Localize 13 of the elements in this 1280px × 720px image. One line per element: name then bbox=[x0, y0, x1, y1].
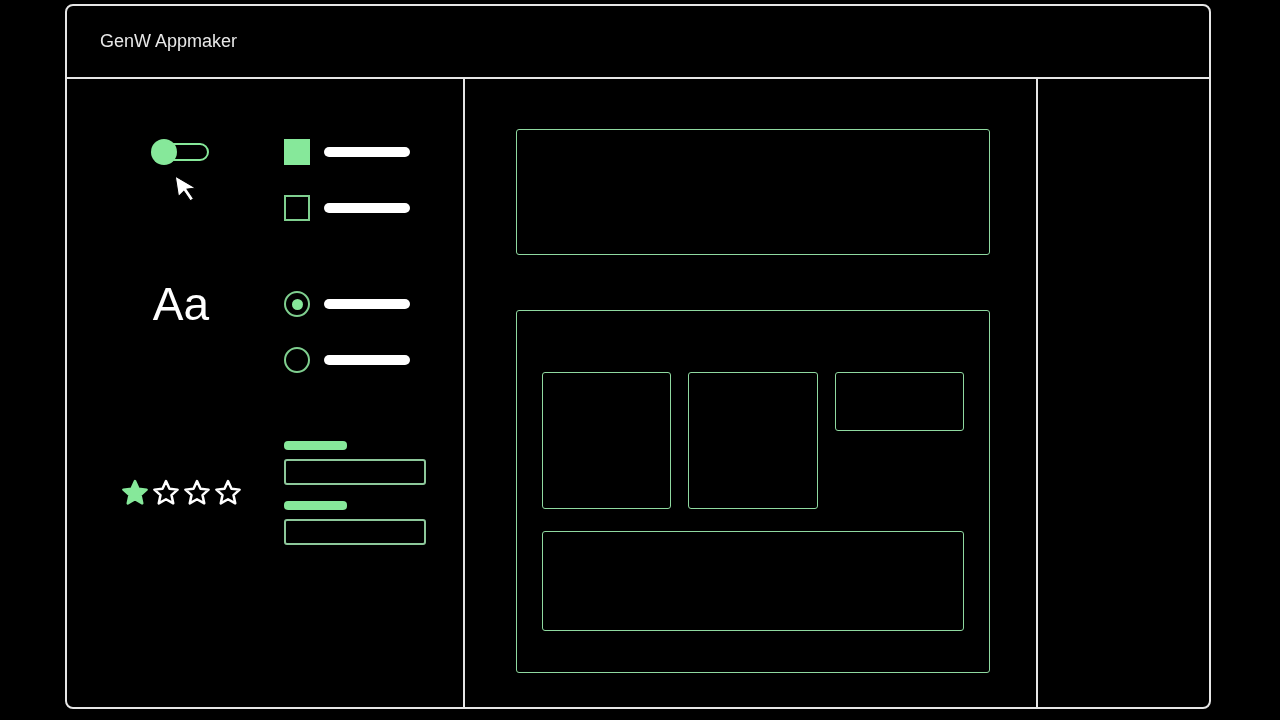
radio-button[interactable] bbox=[284, 291, 310, 317]
label-bar bbox=[284, 501, 347, 510]
radio-button[interactable] bbox=[284, 347, 310, 373]
font-sample: Aa bbox=[152, 281, 210, 327]
star-rating[interactable] bbox=[119, 478, 243, 508]
checkbox[interactable] bbox=[284, 139, 310, 165]
input-field[interactable] bbox=[284, 519, 426, 545]
mouse-pointer-icon bbox=[173, 174, 199, 202]
toggle-switch[interactable] bbox=[151, 139, 211, 165]
checkbox[interactable] bbox=[284, 195, 310, 221]
label-bar bbox=[284, 441, 347, 450]
input-field[interactable] bbox=[284, 459, 426, 485]
window-title: GenW Appmaker bbox=[100, 31, 238, 52]
